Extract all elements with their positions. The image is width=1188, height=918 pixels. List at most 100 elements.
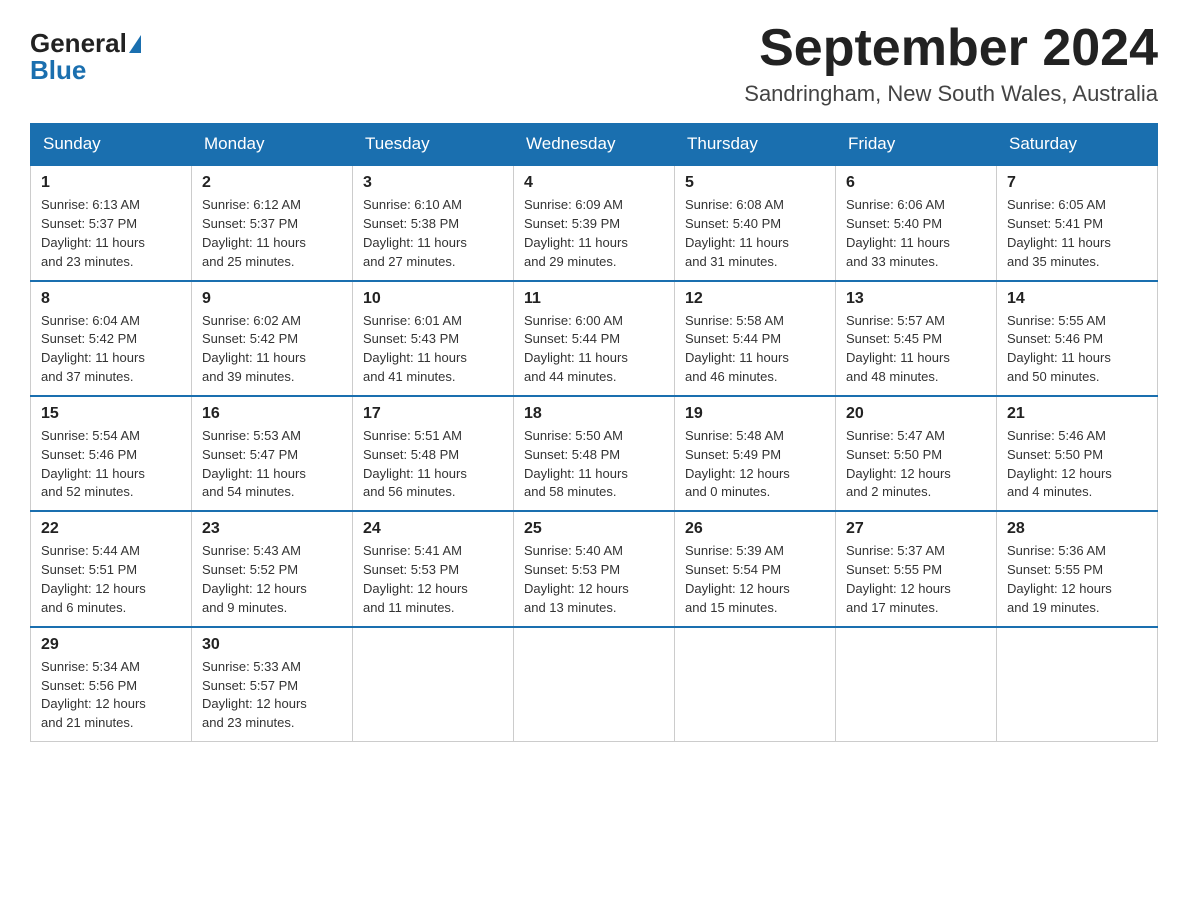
day-number: 16	[202, 405, 342, 423]
logo-arrow-icon	[129, 35, 141, 53]
day-info: Sunrise: 5:33 AMSunset: 5:57 PMDaylight:…	[202, 658, 342, 733]
day-info: Sunrise: 5:43 AMSunset: 5:52 PMDaylight:…	[202, 542, 342, 617]
day-number: 2	[202, 174, 342, 192]
day-number: 12	[685, 290, 825, 308]
day-info: Sunrise: 5:39 AMSunset: 5:54 PMDaylight:…	[685, 542, 825, 617]
day-info: Sunrise: 6:01 AMSunset: 5:43 PMDaylight:…	[363, 312, 503, 387]
day-info: Sunrise: 6:04 AMSunset: 5:42 PMDaylight:…	[41, 312, 181, 387]
calendar-cell: 5Sunrise: 6:08 AMSunset: 5:40 PMDaylight…	[675, 165, 836, 280]
logo-blue-text: Blue	[30, 55, 86, 86]
day-info: Sunrise: 6:09 AMSunset: 5:39 PMDaylight:…	[524, 196, 664, 271]
calendar-cell: 2Sunrise: 6:12 AMSunset: 5:37 PMDaylight…	[192, 165, 353, 280]
day-number: 8	[41, 290, 181, 308]
day-info: Sunrise: 6:06 AMSunset: 5:40 PMDaylight:…	[846, 196, 986, 271]
day-number: 13	[846, 290, 986, 308]
day-number: 15	[41, 405, 181, 423]
calendar-cell: 15 Sunrise: 5:54 AMSunset: 5:46 PMDayligh…	[31, 396, 192, 511]
day-number: 7	[1007, 174, 1147, 192]
day-number: 10	[363, 290, 503, 308]
day-info: Sunrise: 6:05 AMSunset: 5:41 PMDaylight:…	[1007, 196, 1147, 271]
calendar-cell	[514, 627, 675, 742]
calendar-cell: 22 Sunrise: 5:44 AMSunset: 5:51 PMDayligh…	[31, 511, 192, 626]
day-info: Sunrise: 5:37 AMSunset: 5:55 PMDaylight:…	[846, 542, 986, 617]
calendar-cell: 18 Sunrise: 5:50 AMSunset: 5:48 PMDayligh…	[514, 396, 675, 511]
calendar-cell: 12 Sunrise: 5:58 AMSunset: 5:44 PMDayligh…	[675, 281, 836, 396]
calendar-table: SundayMondayTuesdayWednesdayThursdayFrid…	[30, 123, 1158, 742]
calendar-cell	[353, 627, 514, 742]
day-number: 24	[363, 520, 503, 538]
calendar-cell: 4 Sunrise: 6:09 AMSunset: 5:39 PMDaylight…	[514, 165, 675, 280]
day-number: 25	[524, 520, 664, 538]
calendar-week-row: 8 Sunrise: 6:04 AMSunset: 5:42 PMDaylight…	[31, 281, 1158, 396]
calendar-cell	[836, 627, 997, 742]
calendar-week-row: 1Sunrise: 6:13 AMSunset: 5:37 PMDaylight…	[31, 165, 1158, 280]
calendar-week-row: 29 Sunrise: 5:34 AMSunset: 5:56 PMDayligh…	[31, 627, 1158, 742]
location-title: Sandringham, New South Wales, Australia	[744, 81, 1158, 107]
day-number: 28	[1007, 520, 1147, 538]
day-info: Sunrise: 5:54 AMSunset: 5:46 PMDaylight:…	[41, 427, 181, 502]
calendar-cell: 9 Sunrise: 6:02 AMSunset: 5:42 PMDaylight…	[192, 281, 353, 396]
day-number: 6	[846, 174, 986, 192]
calendar-cell: 13Sunrise: 5:57 AMSunset: 5:45 PMDayligh…	[836, 281, 997, 396]
calendar-cell: 8 Sunrise: 6:04 AMSunset: 5:42 PMDaylight…	[31, 281, 192, 396]
weekday-header-sunday: Sunday	[31, 124, 192, 166]
calendar-cell: 27 Sunrise: 5:37 AMSunset: 5:55 PMDayligh…	[836, 511, 997, 626]
day-number: 11	[524, 290, 664, 308]
day-info: Sunrise: 5:48 AMSunset: 5:49 PMDaylight:…	[685, 427, 825, 502]
logo: General Blue	[30, 28, 143, 86]
day-info: Sunrise: 5:44 AMSunset: 5:51 PMDaylight:…	[41, 542, 181, 617]
day-number: 18	[524, 405, 664, 423]
calendar-cell	[675, 627, 836, 742]
day-info: Sunrise: 5:41 AMSunset: 5:53 PMDaylight:…	[363, 542, 503, 617]
calendar-cell: 30Sunrise: 5:33 AMSunset: 5:57 PMDayligh…	[192, 627, 353, 742]
day-info: Sunrise: 6:00 AMSunset: 5:44 PMDaylight:…	[524, 312, 664, 387]
weekday-header-thursday: Thursday	[675, 124, 836, 166]
calendar-cell: 10 Sunrise: 6:01 AMSunset: 5:43 PMDayligh…	[353, 281, 514, 396]
weekday-header-saturday: Saturday	[997, 124, 1158, 166]
day-info: Sunrise: 5:53 AMSunset: 5:47 PMDaylight:…	[202, 427, 342, 502]
calendar-cell: 20 Sunrise: 5:47 AMSunset: 5:50 PMDayligh…	[836, 396, 997, 511]
day-info: Sunrise: 5:46 AMSunset: 5:50 PMDaylight:…	[1007, 427, 1147, 502]
day-info: Sunrise: 6:10 AMSunset: 5:38 PMDaylight:…	[363, 196, 503, 271]
day-info: Sunrise: 6:13 AMSunset: 5:37 PMDaylight:…	[41, 196, 181, 271]
calendar-cell: 21 Sunrise: 5:46 AMSunset: 5:50 PMDayligh…	[997, 396, 1158, 511]
day-number: 29	[41, 636, 181, 654]
calendar-cell	[997, 627, 1158, 742]
weekday-header-row: SundayMondayTuesdayWednesdayThursdayFrid…	[31, 124, 1158, 166]
month-title: September 2024	[744, 20, 1158, 77]
day-info: Sunrise: 5:47 AMSunset: 5:50 PMDaylight:…	[846, 427, 986, 502]
weekday-header-friday: Friday	[836, 124, 997, 166]
calendar-cell: 17Sunrise: 5:51 AMSunset: 5:48 PMDayligh…	[353, 396, 514, 511]
day-number: 17	[363, 405, 503, 423]
day-info: Sunrise: 5:58 AMSunset: 5:44 PMDaylight:…	[685, 312, 825, 387]
calendar-cell: 7 Sunrise: 6:05 AMSunset: 5:41 PMDaylight…	[997, 165, 1158, 280]
day-number: 27	[846, 520, 986, 538]
day-info: Sunrise: 5:40 AMSunset: 5:53 PMDaylight:…	[524, 542, 664, 617]
day-number: 3	[363, 174, 503, 192]
calendar-cell: 3 Sunrise: 6:10 AMSunset: 5:38 PMDaylight…	[353, 165, 514, 280]
title-section: September 2024 Sandringham, New South Wa…	[744, 20, 1158, 107]
weekday-header-monday: Monday	[192, 124, 353, 166]
calendar-cell: 28Sunrise: 5:36 AMSunset: 5:55 PMDayligh…	[997, 511, 1158, 626]
calendar-cell: 11 Sunrise: 6:00 AMSunset: 5:44 PMDayligh…	[514, 281, 675, 396]
day-number: 21	[1007, 405, 1147, 423]
weekday-header-tuesday: Tuesday	[353, 124, 514, 166]
calendar-cell: 24 Sunrise: 5:41 AMSunset: 5:53 PMDayligh…	[353, 511, 514, 626]
day-number: 20	[846, 405, 986, 423]
day-number: 5	[685, 174, 825, 192]
calendar-cell: 26 Sunrise: 5:39 AMSunset: 5:54 PMDayligh…	[675, 511, 836, 626]
calendar-cell: 6 Sunrise: 6:06 AMSunset: 5:40 PMDaylight…	[836, 165, 997, 280]
day-number: 26	[685, 520, 825, 538]
day-number: 22	[41, 520, 181, 538]
day-info: Sunrise: 5:34 AMSunset: 5:56 PMDaylight:…	[41, 658, 181, 733]
day-number: 9	[202, 290, 342, 308]
day-number: 14	[1007, 290, 1147, 308]
day-info: Sunrise: 6:02 AMSunset: 5:42 PMDaylight:…	[202, 312, 342, 387]
day-number: 4	[524, 174, 664, 192]
day-number: 19	[685, 405, 825, 423]
day-info: Sunrise: 5:50 AMSunset: 5:48 PMDaylight:…	[524, 427, 664, 502]
calendar-week-row: 15 Sunrise: 5:54 AMSunset: 5:46 PMDayligh…	[31, 396, 1158, 511]
calendar-cell: 29 Sunrise: 5:34 AMSunset: 5:56 PMDayligh…	[31, 627, 192, 742]
page-header: General Blue September 2024 Sandringham,…	[30, 20, 1158, 107]
calendar-cell: 16 Sunrise: 5:53 AMSunset: 5:47 PMDayligh…	[192, 396, 353, 511]
